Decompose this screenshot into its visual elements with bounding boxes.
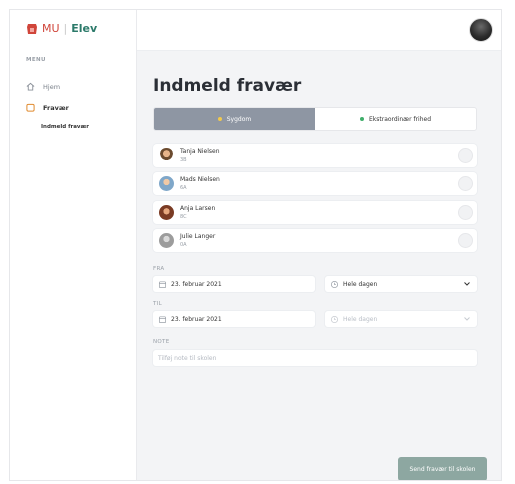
clock-icon (330, 315, 339, 323)
page-title: Indmeld fravær (153, 76, 302, 96)
student-row[interactable]: Mads Nielsen 6A (153, 172, 477, 195)
select-student-checkbox[interactable] (458, 176, 473, 191)
calendar-icon (158, 315, 167, 323)
sidebar-item-fravaer[interactable]: Fravær (26, 103, 69, 112)
student-name: Anja Larsen (180, 205, 216, 212)
logo-mu-text: MU (42, 22, 60, 35)
student-class: 6A (180, 185, 187, 191)
avatar (159, 148, 174, 163)
absence-type-toggle: Sygdom Ekstraordinær frihed (153, 107, 477, 131)
absence-type-sygdom[interactable]: Sygdom (154, 108, 315, 130)
note-input[interactable]: Tilføj note til skolen (153, 350, 477, 366)
chevron-down-icon (464, 282, 470, 286)
clock-icon (330, 280, 339, 288)
select-student-checkbox[interactable] (458, 233, 473, 248)
student-name: Tanja Nielsen (180, 148, 220, 155)
student-class: 8C (180, 214, 187, 220)
main-content: Indmeld fravær Sygdom Ekstraordinær frih… (153, 10, 487, 480)
green-dot-icon (359, 117, 364, 121)
absence-type-ekstraordinaer-frihed[interactable]: Ekstraordinær frihed (315, 108, 476, 130)
student-name: Mads Nielsen (180, 176, 220, 183)
sidebar-item-home[interactable]: Hjem (26, 82, 60, 91)
student-row[interactable]: Anja Larsen 8C (153, 201, 477, 224)
from-date-value: 23. februar 2021 (171, 280, 222, 288)
avatar (159, 233, 174, 248)
yellow-dot-icon (217, 117, 222, 121)
from-time-select[interactable]: Hele dagen (325, 276, 477, 292)
from-time-value: Hele dagen (343, 280, 378, 288)
sidebar-subitem-indmeld-fravaer[interactable]: Indmeld fravær (41, 124, 89, 130)
app-window: MU | Elev MENU Hjem Fravær Indmeld fravæ… (10, 10, 501, 480)
from-date-field[interactable]: 23. februar 2021 (153, 276, 315, 292)
calendar-icon (26, 103, 35, 112)
app-logo[interactable]: MU | Elev (26, 22, 97, 35)
logo-icon (27, 23, 37, 34)
student-row[interactable]: Julie Langer 0A (153, 229, 477, 252)
to-label: TIL (153, 301, 162, 307)
student-class: 0A (180, 242, 187, 248)
home-icon (26, 82, 35, 91)
student-name: Julie Langer (180, 233, 216, 240)
to-time-select[interactable]: Hele dagen (325, 311, 477, 327)
avatar (159, 176, 174, 191)
note-label: NOTE (153, 339, 170, 345)
logo-separator: | (63, 22, 68, 35)
student-row[interactable]: Tanja Nielsen 3B (153, 144, 477, 167)
note-placeholder: Tilføj note til skolen (158, 354, 217, 362)
sidebar-item-label: Fravær (43, 103, 69, 112)
from-label: FRA (153, 266, 165, 272)
to-date-value: 23. februar 2021 (171, 315, 222, 323)
absence-type-label: Ekstraordinær frihed (368, 115, 431, 123)
chevron-down-icon (464, 317, 470, 321)
send-absence-button[interactable]: Send fravær til skolen (398, 457, 487, 480)
calendar-icon (158, 280, 167, 288)
select-student-checkbox[interactable] (458, 205, 473, 220)
to-time-value: Hele dagen (343, 315, 378, 323)
sidebar-item-label: Hjem (43, 82, 61, 91)
menu-label: MENU (26, 57, 46, 63)
absence-type-label: Sygdom (226, 115, 252, 123)
avatar (159, 205, 174, 220)
to-date-field[interactable]: 23. februar 2021 (153, 311, 315, 327)
select-student-checkbox[interactable] (458, 148, 473, 163)
sidebar: MU | Elev MENU Hjem Fravær Indmeld fravæ… (10, 10, 137, 480)
student-class: 3B (180, 157, 187, 163)
logo-elev-text: Elev (71, 22, 98, 35)
